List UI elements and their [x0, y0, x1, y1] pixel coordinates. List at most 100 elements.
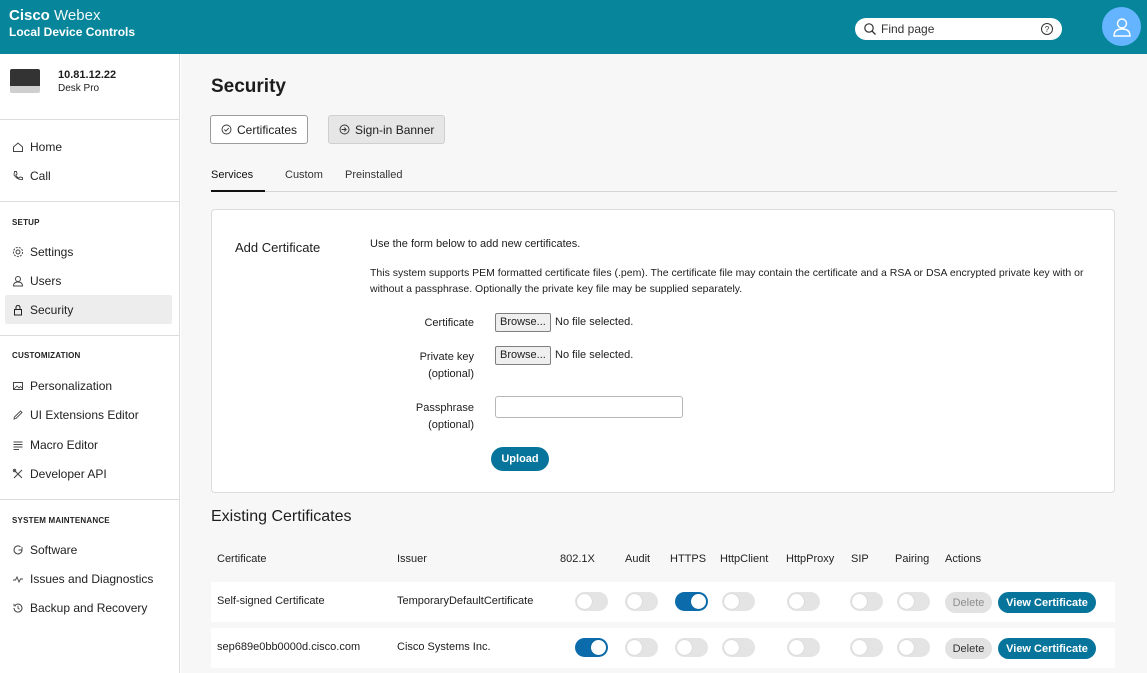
sidebar-item-personalization[interactable]: Personalization	[5, 371, 172, 400]
upload-button[interactable]: Upload	[491, 447, 549, 471]
tab-sign-in-banner[interactable]: Sign-in Banner	[328, 115, 446, 144]
search-input[interactable]: Find page	[881, 22, 1040, 36]
certificate-issuer: Cisco Systems Inc.	[397, 641, 491, 653]
certificate-name: Self-signed Certificate	[217, 595, 325, 607]
column-header: SIP	[851, 553, 869, 565]
sidebar-item-settings[interactable]: Settings	[5, 237, 172, 266]
history-icon	[13, 603, 23, 613]
toggle-httpproxy[interactable]	[787, 638, 820, 657]
brand-product: Webex	[54, 7, 101, 24]
sidebar-item-call[interactable]: Call	[5, 161, 172, 190]
sidebar-item-label: Backup and Recovery	[30, 600, 148, 615]
pulse-icon	[13, 575, 23, 583]
toggle-802-1x[interactable]	[575, 592, 608, 611]
gear-icon	[12, 246, 24, 257]
subtab-bar: Services Custom Preinstalled	[211, 167, 1117, 192]
toggle-audit[interactable]	[625, 592, 658, 611]
sidebar-item-label: Issues and Diagnostics	[30, 571, 154, 586]
sidebar-item-issues-and-diagnostics[interactable]: Issues and Diagnostics	[5, 564, 172, 593]
toggle-httpproxy[interactable]	[787, 592, 820, 611]
certificate-file-status: No file selected.	[555, 316, 634, 328]
section-title-setup: SETUP	[12, 218, 40, 227]
certificate-name: sep689e0bb0000d.cisco.com	[217, 641, 361, 653]
table-row: sep689e0bb0000d.cisco.com Cisco Systems I…	[211, 628, 1115, 668]
add-certificate-intro: Use the form below to add new certificat…	[370, 238, 581, 250]
sidebar-item-security[interactable]: Security	[5, 295, 172, 324]
toggle-pairing[interactable]	[897, 638, 930, 657]
lines-icon	[13, 441, 23, 450]
sidebar-item-macro-editor[interactable]: Macro Editor	[5, 430, 172, 459]
subtab-label: Custom	[285, 169, 323, 181]
check-circle-icon	[221, 124, 232, 135]
toggle-sip[interactable]	[850, 592, 883, 611]
section-title-system-maintenance: SYSTEM MAINTENANCE	[12, 516, 110, 525]
search-icon	[864, 23, 876, 35]
toggle-https[interactable]	[675, 592, 708, 611]
tab-label: Sign-in Banner	[355, 122, 435, 137]
certificate-issuer: TemporaryDefaultCertificate	[397, 595, 534, 607]
divider	[0, 335, 179, 336]
private-key-label: Private key (optional)	[419, 351, 474, 381]
sidebar-item-developer-api[interactable]: Developer API	[5, 459, 172, 488]
sidebar-item-label: Developer API	[30, 466, 107, 481]
help-icon[interactable]: ?	[1040, 22, 1054, 36]
user-icon	[12, 275, 24, 286]
sidebar-item-home[interactable]: Home	[5, 132, 172, 161]
column-header: Audit	[625, 553, 651, 565]
phone-icon	[13, 170, 23, 180]
view-certificate-button[interactable]: View Certificate	[998, 638, 1096, 659]
user-avatar[interactable]	[1102, 7, 1141, 46]
sidebar-item-users[interactable]: Users	[5, 266, 172, 295]
device-summary: 10.81.12.22 Desk Pro	[10, 68, 116, 95]
certificate-browse-button[interactable]: Browse...	[495, 313, 551, 332]
divider	[0, 119, 179, 120]
private-key-browse-button[interactable]: Browse...	[495, 346, 551, 365]
toggle-httpclient[interactable]	[722, 638, 755, 657]
sidebar-item-label: Call	[30, 168, 51, 183]
sidebar-item-backup-and-recovery[interactable]: Backup and Recovery	[5, 593, 172, 622]
toggle-sip[interactable]	[850, 638, 883, 657]
sidebar-item-label: Home	[30, 139, 63, 154]
add-certificate-title: Add Certificate	[235, 240, 321, 255]
delete-button[interactable]: Delete	[945, 638, 992, 659]
toggle-httpclient[interactable]	[722, 592, 755, 611]
pencil-icon	[13, 409, 23, 420]
column-header: 802.1X	[560, 553, 595, 565]
private-key-file-status: No file selected.	[555, 349, 634, 361]
column-header: Issuer	[397, 553, 427, 565]
toggle-https[interactable]	[675, 638, 708, 657]
sidebar-item-label: Macro Editor	[30, 437, 99, 452]
existing-certificates-title: Existing Certificates	[211, 508, 352, 525]
passphrase-field[interactable]	[495, 396, 683, 418]
find-page-search[interactable]: Find page ?	[855, 18, 1062, 40]
toggle-pairing[interactable]	[897, 592, 930, 611]
sidebar-item-software[interactable]: Software	[5, 535, 172, 564]
add-certificate-description: This system supports PEM formatted certi…	[370, 267, 1084, 296]
sign-in-icon	[339, 124, 350, 135]
divider	[0, 499, 179, 500]
column-header: HttpProxy	[786, 553, 835, 565]
toggle-audit[interactable]	[625, 638, 658, 657]
refresh-icon	[13, 544, 23, 554]
sidebar: 10.81.12.22 Desk Pro Home Call SETUP Set…	[0, 54, 180, 673]
column-header: Actions	[945, 553, 982, 565]
sidebar-item-ui-extensions-editor[interactable]: UI Extensions Editor	[5, 400, 172, 429]
device-image	[10, 69, 40, 93]
user-icon	[1112, 17, 1131, 37]
column-header: Pairing	[895, 553, 930, 565]
sidebar-item-label: Users	[30, 273, 62, 288]
delete-button[interactable]: Delete	[945, 592, 992, 613]
subtab-preinstalled[interactable]: Preinstalled	[345, 167, 402, 192]
section-title-customization: CUSTOMIZATION	[12, 351, 81, 360]
main-content: Security Certificates Sign-in Banner Ser…	[181, 54, 1147, 673]
tab-certificates[interactable]: Certificates	[210, 115, 309, 144]
brand: Cisco Webex Local Device Controls	[9, 7, 135, 39]
device-ip: 10.81.12.22	[58, 69, 117, 81]
toggle-802-1x[interactable]	[575, 638, 608, 657]
passphrase-label: Passphrase (optional)	[415, 402, 474, 432]
subtab-services[interactable]: Services	[211, 167, 265, 192]
subtab-custom[interactable]: Custom	[285, 167, 323, 192]
view-certificate-button[interactable]: View Certificate	[998, 592, 1096, 613]
column-header: Certificate	[217, 553, 267, 565]
sidebar-item-label: Security	[30, 302, 74, 317]
